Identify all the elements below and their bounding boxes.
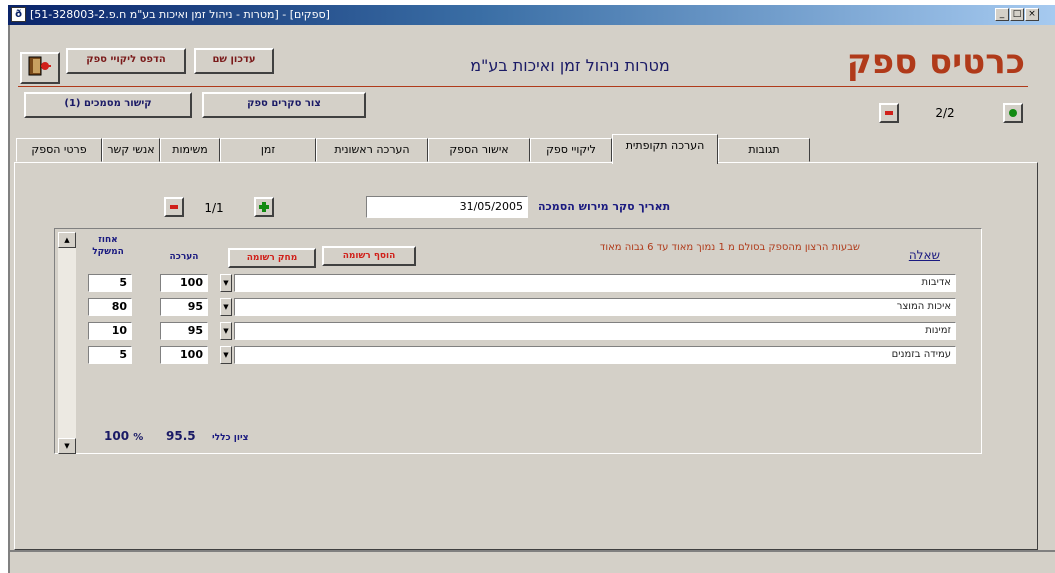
question-cell[interactable]: איכות המוצר xyxy=(234,298,956,316)
weight-cell[interactable]: 80 xyxy=(88,298,132,316)
tab-supplier-details[interactable]: פרטי הספק xyxy=(16,138,102,162)
exit-button[interactable] xyxy=(20,52,60,84)
question-cell[interactable]: זמינות xyxy=(234,322,956,340)
survey-date-label: תאריך סקר מירוש הסמכה xyxy=(538,200,671,213)
maximize-button[interactable]: □ xyxy=(1010,8,1024,21)
scroll-down-arrow-icon[interactable]: ▼ xyxy=(58,438,76,454)
subform-scrollbar[interactable] xyxy=(58,232,76,454)
app-icon: ð xyxy=(11,7,26,22)
question-cell[interactable]: אדיבות xyxy=(234,274,956,292)
add-row-button[interactable]: הוסף רשומה xyxy=(322,246,416,266)
tab-contacts[interactable]: אנשי קשר xyxy=(102,138,160,162)
question-cell[interactable]: עמידה בזמנים xyxy=(234,346,956,364)
dropdown-arrow-icon[interactable]: ▼ xyxy=(220,298,232,316)
title-bar: ð [מטרות - ניהול זמן ואיכות בע"מ ח.פ.51-… xyxy=(8,5,1055,25)
delete-row-button[interactable]: מחק רשומה xyxy=(228,248,316,268)
tab-supplier-defects[interactable]: ליקויי ספק xyxy=(530,138,612,162)
survey-counter: 1/1 xyxy=(204,201,224,215)
exit-door-icon xyxy=(28,56,51,76)
dropdown-arrow-icon[interactable]: ▼ xyxy=(220,346,232,364)
question-header: שאלה xyxy=(908,248,940,262)
total-weight: 100 % xyxy=(104,429,143,443)
score-cell[interactable]: 95 xyxy=(160,322,208,340)
total-score-label: ציון כללי xyxy=(212,433,249,443)
weight-header: אחוז המשקל xyxy=(92,235,124,257)
dropdown-arrow-icon[interactable]: ▼ xyxy=(220,274,232,292)
tab-supplier-approval[interactable]: אישור הספק xyxy=(428,138,530,162)
next-record-button[interactable] xyxy=(1003,103,1023,123)
status-bar xyxy=(10,552,1055,573)
update-name-button[interactable]: עדכון שם xyxy=(194,48,274,74)
prev-survey-button[interactable] xyxy=(164,197,184,217)
survey-date-field[interactable]: 31/05/2005 xyxy=(366,196,528,218)
score-cell[interactable]: 100 xyxy=(160,274,208,292)
record-counter: 2/2 xyxy=(935,106,955,120)
scale-note: שבעות הרצון מהספק בסולם מ 1 נמוך מאוד עד… xyxy=(599,242,860,253)
tab-responses[interactable]: תגובות xyxy=(718,138,810,162)
score-header: הערכה xyxy=(169,252,199,262)
linked-documents-button[interactable]: קישור מסמכים (1) xyxy=(24,92,192,118)
green-dot-icon xyxy=(1009,109,1017,117)
total-score: 95.5 xyxy=(166,429,196,443)
tab-tasks[interactable]: משימות xyxy=(160,138,220,162)
header-divider xyxy=(18,86,1028,87)
weight-cell[interactable]: 5 xyxy=(88,274,132,292)
minus-icon xyxy=(170,205,178,209)
minimize-button[interactable]: _ xyxy=(995,8,1009,21)
weight-cell[interactable]: 5 xyxy=(88,346,132,364)
window-title: [מטרות - ניהול זמן ואיכות בע"מ ח.פ.51-32… xyxy=(30,8,330,21)
next-survey-button[interactable] xyxy=(254,197,274,217)
score-cell[interactable]: 100 xyxy=(160,346,208,364)
print-defects-button[interactable]: הדפס ליקויי ספק xyxy=(66,48,186,74)
weight-cell[interactable]: 10 xyxy=(88,322,132,340)
score-cell[interactable]: 95 xyxy=(160,298,208,316)
total-weight-value: 100 xyxy=(104,429,130,443)
create-survey-button[interactable]: צור סקרים ספק xyxy=(202,92,366,118)
tab-time[interactable]: זמן xyxy=(220,138,316,162)
minus-icon xyxy=(885,111,893,115)
tab-periodic-evaluation[interactable]: הערכה תקופתית xyxy=(612,134,718,164)
tab-initial-evaluation[interactable]: הערכה ראשונית xyxy=(316,138,428,162)
percent-sign: % xyxy=(133,432,144,443)
page-title: כרטיס ספק xyxy=(846,42,1025,82)
dropdown-arrow-icon[interactable]: ▼ xyxy=(220,322,232,340)
company-name: מטרות ניהול זמן ואיכות בע"מ xyxy=(470,56,670,75)
prev-record-button[interactable] xyxy=(879,103,899,123)
close-button[interactable]: × xyxy=(1025,8,1039,21)
scroll-up-arrow-icon[interactable]: ▲ xyxy=(58,232,76,248)
